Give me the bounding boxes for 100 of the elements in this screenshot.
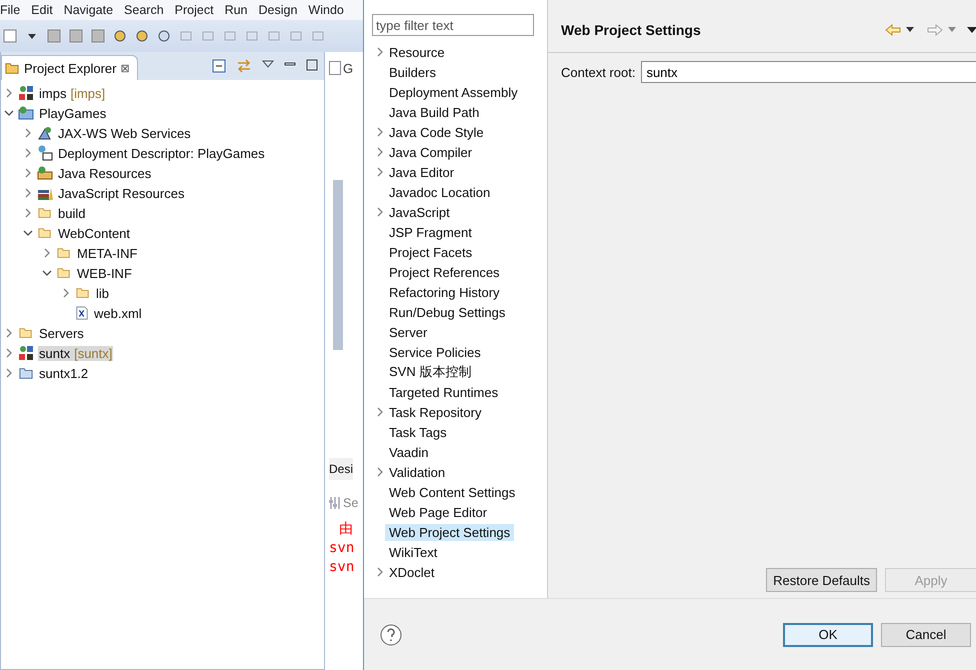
tree-item[interactable]: WEB-INF <box>76 266 133 280</box>
settings-page-item[interactable]: Task Tags <box>385 424 451 440</box>
editor-tab[interactable]: G <box>343 60 354 76</box>
tree-item[interactable]: web.xml <box>93 306 143 320</box>
tree-item[interactable]: JAX-WS Web Services <box>57 126 192 140</box>
package-icon <box>37 165 53 181</box>
forward-arrow-icon[interactable] <box>927 24 943 36</box>
settings-page-item[interactable]: Service Policies <box>385 344 485 360</box>
settings-page-item[interactable]: Task Repository <box>385 404 486 420</box>
expand-icon[interactable] <box>375 147 385 157</box>
folder-icon <box>56 266 72 280</box>
settings-page-item[interactable]: JSP Fragment <box>385 224 476 240</box>
settings-page-item[interactable]: WikiText <box>385 544 442 560</box>
menu-item[interactable]: File <box>0 3 24 17</box>
settings-page-item[interactable]: Java Editor <box>385 164 458 180</box>
settings-page-item[interactable]: Builders <box>385 64 440 80</box>
view-title[interactable]: Project Explorer <box>24 60 116 76</box>
chevron-down-icon[interactable] <box>4 108 14 118</box>
chevron-right-icon[interactable] <box>61 288 71 298</box>
menu-item[interactable]: Search <box>124 3 168 17</box>
settings-page-item[interactable]: JavaScript <box>385 204 454 220</box>
settings-page-item[interactable]: Refactoring History <box>385 284 504 300</box>
settings-page-item[interactable]: Vaadin <box>385 444 433 460</box>
chevron-right-icon[interactable] <box>23 188 33 198</box>
project-decoration: [imps] <box>70 86 106 100</box>
chevron-right-icon[interactable] <box>42 248 52 258</box>
help-icon[interactable] <box>380 624 402 646</box>
link-icon[interactable] <box>236 59 252 73</box>
settings-page-item[interactable]: Targeted Runtimes <box>385 384 502 400</box>
settings-page-item[interactable]: Java Build Path <box>385 104 484 120</box>
project-icon <box>18 85 34 101</box>
tree-item[interactable]: suntx1.2 <box>38 366 90 380</box>
expand-icon[interactable] <box>375 167 385 177</box>
tree-item[interactable]: lib <box>95 286 110 300</box>
expand-icon[interactable] <box>375 407 385 417</box>
chevron-right-icon[interactable] <box>4 368 14 378</box>
menu-item[interactable]: Run <box>224 3 252 17</box>
dialog-button[interactable]: Cancel <box>881 622 971 646</box>
settings-page-item[interactable]: Web Project Settings <box>385 524 514 540</box>
scrollbar-thumb[interactable] <box>333 180 343 350</box>
settings-page-item[interactable]: Run/Debug Settings <box>385 304 510 320</box>
settings-page-item[interactable]: Deployment Assembly <box>385 84 522 100</box>
tree-item[interactable]: build <box>57 206 86 220</box>
menu-item[interactable]: Design <box>258 3 302 17</box>
menu-item[interactable]: Navigate <box>64 3 118 17</box>
settings-page-item[interactable]: Java Compiler <box>385 144 476 160</box>
chevron-right-icon[interactable] <box>23 208 33 218</box>
expand-icon[interactable] <box>375 207 385 217</box>
settings-page-item[interactable]: Server <box>385 324 432 340</box>
settings-page-item[interactable]: Web Page Editor <box>385 504 492 520</box>
expand-icon[interactable] <box>375 127 385 137</box>
settings-page-item[interactable]: Javadoc Location <box>385 184 494 200</box>
expand-icon[interactable] <box>375 467 385 477</box>
chevron-right-icon[interactable] <box>4 88 14 98</box>
close-tab-button[interactable]: ⊠ <box>120 62 130 74</box>
tree-item[interactable]: JavaScript Resources <box>57 186 186 200</box>
design-tab[interactable]: Desi <box>329 458 354 480</box>
chevron-right-icon[interactable] <box>4 348 14 358</box>
tree-item[interactable]: Deployment Descriptor: PlayGames <box>57 146 266 160</box>
settings-page-item[interactable]: SVN 版本控制 <box>385 362 476 382</box>
tree-item[interactable]: META-INF <box>76 246 138 260</box>
caret-icon[interactable] <box>905 27 915 33</box>
folder-icon <box>18 366 34 380</box>
settings-page-item[interactable]: Project References <box>385 264 504 280</box>
java-file-icon <box>329 61 341 75</box>
expand-icon[interactable] <box>375 567 385 577</box>
menu-item[interactable]: Edit <box>31 3 57 17</box>
chevron-down-icon[interactable] <box>23 228 33 238</box>
dialog-button[interactable]: OK <box>783 622 873 646</box>
chevron-down-icon[interactable] <box>42 268 52 278</box>
maximize-icon[interactable] <box>306 59 318 71</box>
menu-item[interactable]: Windo <box>308 3 348 17</box>
page-button[interactable]: Restore Defaults <box>766 568 877 592</box>
folder-icon <box>4 61 20 75</box>
tree-item[interactable]: PlayGames <box>38 106 108 120</box>
settings-page-item[interactable]: Validation <box>385 464 450 480</box>
settings-page-item[interactable]: Web Content Settings <box>385 484 520 500</box>
tree-item[interactable]: imps [imps] <box>38 86 106 100</box>
folder-icon <box>56 246 72 260</box>
context-root-field[interactable]: suntx <box>641 61 976 83</box>
tree-item[interactable]: WebContent <box>57 226 132 240</box>
chevron-right-icon[interactable] <box>23 168 33 178</box>
settings-page-item[interactable]: Java Code Style <box>385 124 488 140</box>
tree-item[interactable]: Java Resources <box>57 166 152 180</box>
menu-caret-icon[interactable] <box>967 27 976 33</box>
settings-page-item[interactable]: Resource <box>385 44 449 60</box>
settings-page-item[interactable]: Project Facets <box>385 244 476 260</box>
chevron-right-icon[interactable] <box>4 328 14 338</box>
filter-field[interactable]: type filter text <box>372 14 534 36</box>
expand-icon[interactable] <box>375 47 385 57</box>
menu-item[interactable]: Project <box>174 3 218 17</box>
console-tab[interactable]: Se <box>343 496 358 510</box>
settings-page-item[interactable]: XDoclet <box>385 564 439 580</box>
field-label: Context root: <box>561 64 636 80</box>
collapse-all-icon[interactable] <box>212 59 226 73</box>
tree-item[interactable]: suntx [suntx] <box>38 346 114 360</box>
chevron-right-icon[interactable] <box>23 148 33 158</box>
tree-item[interactable]: Servers <box>38 326 85 340</box>
view-menu-icon[interactable] <box>262 59 274 69</box>
chevron-right-icon[interactable] <box>23 128 33 138</box>
